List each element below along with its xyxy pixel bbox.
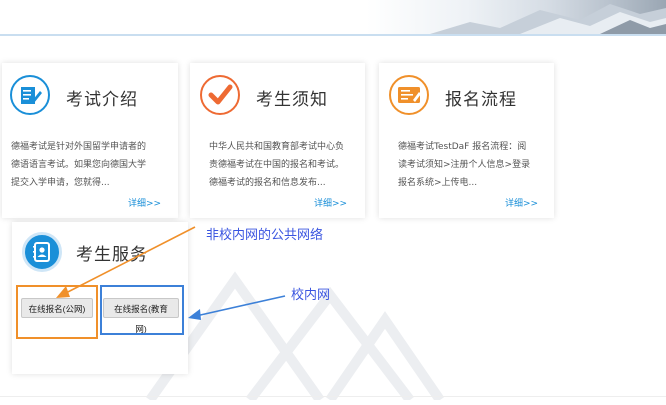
desc-line: 德福考试的报名和信息发布... (209, 178, 326, 188)
checkmark-icon (208, 84, 233, 105)
desc-line: 责德福考试在中国的报名和考试。 (209, 160, 345, 170)
campus-network-note: 校内网 (291, 288, 331, 303)
card-description: 德福考试TestDaF 报名流程：阅 读考试须知>注册个人信息>登录 报名系统>… (398, 138, 550, 192)
annotation-blue-box (100, 285, 184, 335)
card-registration-process: 报名流程 德福考试TestDaF 报名流程：阅 读考试须知>注册个人信息>登录 … (379, 63, 554, 218)
card-exam-intro: 考试介绍 德福考试是针对外国留学申请者的 德语语言考试。如果您向德国大学 提交入… (2, 63, 178, 218)
card-title: 报名流程 (445, 90, 517, 110)
card-description: 中华人民共和国教育部考试中心负 责德福考试在中国的报名和考试。 德福考试的报名和… (209, 138, 361, 192)
desc-line: 读考试须知>注册个人信息>登录 (398, 160, 531, 170)
document-pen-icon (21, 87, 42, 104)
card-description: 德福考试是针对外国留学申请者的 德语语言考试。如果您向德国大学 提交入学申请，您… (11, 138, 173, 192)
desc-line: 德福考试是针对外国留学申请者的 (11, 142, 147, 152)
annotation-orange-box (16, 285, 98, 339)
card-candidate-notice: 考生须知 中华人民共和国教育部考试中心负 责德福考试在中国的报名和考试。 德福考… (190, 63, 365, 218)
details-link[interactable]: 详细>> (505, 196, 538, 209)
desc-line: 德语语言考试。如果您向德国大学 (11, 160, 147, 170)
card-icon-wrapper (200, 75, 240, 115)
public-network-note: 非校内网的公共网络 (206, 228, 324, 243)
banner-divider (0, 34, 666, 36)
details-link[interactable]: 详细>> (314, 196, 347, 209)
desc-line: 提交入学申请，您就得... (11, 178, 110, 188)
card-icon-wrapper (22, 232, 62, 272)
card-icon-wrapper (10, 75, 50, 115)
desc-line: 中华人民共和国教育部考试中心负 (209, 142, 345, 152)
card-title: 考试介绍 (66, 90, 138, 110)
card-title: 考生须知 (256, 90, 328, 110)
form-card-icon (398, 87, 421, 103)
card-title: 考生服务 (76, 245, 148, 265)
bottom-divider (0, 396, 666, 397)
header-banner (0, 0, 666, 34)
card-icon-wrapper (389, 75, 429, 115)
contact-book-icon (33, 242, 50, 262)
details-link[interactable]: 详细>> (128, 196, 161, 209)
desc-line: 报名系统>上传电... (398, 178, 478, 188)
desc-line: 德福考试TestDaF 报名流程：阅 (398, 142, 527, 152)
banner-mountain-image (430, 4, 666, 34)
